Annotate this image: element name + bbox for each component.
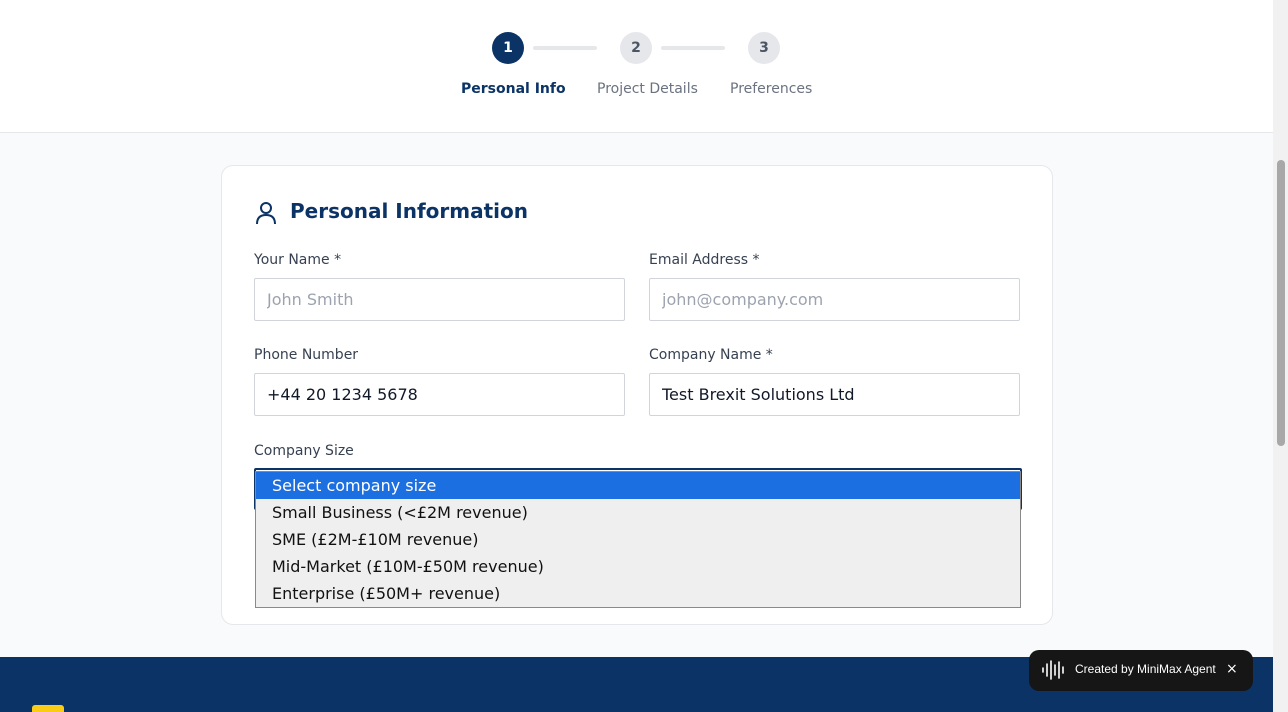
company-label: Company Name * <box>649 347 773 363</box>
email-input[interactable] <box>649 278 1020 321</box>
scrollbar-thumb[interactable] <box>1277 160 1285 446</box>
created-by-badge[interactable]: Created by MiniMax Agent × <box>1029 650 1253 691</box>
step-3-indicator[interactable]: 3 <box>748 32 780 64</box>
close-icon[interactable]: × <box>1226 661 1238 677</box>
step-connector-1 <box>533 46 597 50</box>
name-input[interactable] <box>254 278 625 321</box>
name-label: Your Name * <box>254 252 342 268</box>
option-small-business[interactable]: Small Business (<£2M revenue) <box>256 499 1020 526</box>
step-connector-2 <box>661 46 725 50</box>
company-name-input[interactable] <box>649 373 1020 416</box>
option-enterprise[interactable]: Enterprise (£50M+ revenue) <box>256 580 1020 607</box>
company-size-dropdown[interactable]: Select company size Small Business (<£2M… <box>255 471 1021 608</box>
email-label: Email Address * <box>649 252 760 268</box>
personal-info-card: Personal Information Your Name * Email A… <box>221 165 1053 625</box>
company-size-label: Company Size <box>254 443 354 459</box>
phone-input[interactable] <box>254 373 625 416</box>
option-sme[interactable]: SME (£2M-£10M revenue) <box>256 526 1020 553</box>
option-select-company-size[interactable]: Select company size <box>256 472 1020 499</box>
step-1-indicator[interactable]: 1 <box>492 32 524 64</box>
badge-label: Created by MiniMax Agent <box>1075 662 1216 676</box>
waveform-icon <box>1042 660 1064 680</box>
option-mid-market[interactable]: Mid-Market (£10M-£50M revenue) <box>256 553 1020 580</box>
user-icon <box>256 202 276 225</box>
footer-logo <box>32 705 64 712</box>
step-2-label: Project Details <box>597 81 698 97</box>
step-3-label: Preferences <box>730 81 813 97</box>
page-scrollbar[interactable] <box>1273 0 1288 712</box>
section-title: Personal Information <box>290 199 528 223</box>
progress-stepper: 1 2 3 Personal Info Project Details Pref… <box>0 0 1273 133</box>
step-2-indicator[interactable]: 2 <box>620 32 652 64</box>
step-1-label: Personal Info <box>461 81 566 97</box>
phone-label: Phone Number <box>254 347 359 363</box>
